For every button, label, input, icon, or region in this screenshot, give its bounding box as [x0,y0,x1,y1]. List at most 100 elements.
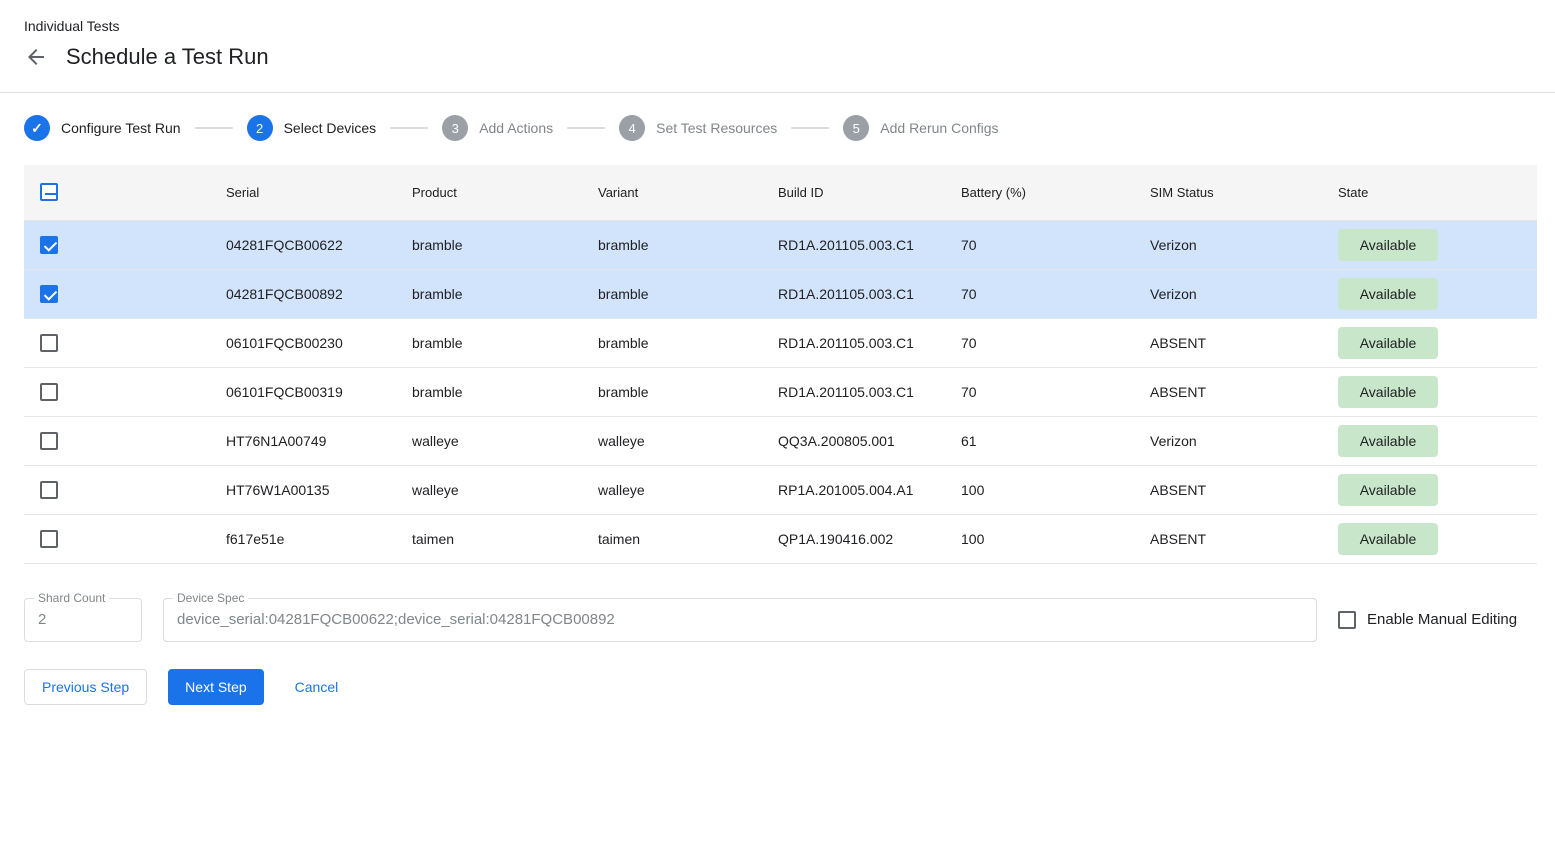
shard-count-field[interactable]: Shard Count 2 [24,598,142,642]
shard-count-value: 2 [38,611,46,628]
table-row[interactable]: HT76N1A00749 walleye walleye QQ3A.200805… [24,416,1537,465]
step-configure-test-run[interactable]: ✓ Configure Test Run [24,115,181,141]
cancel-button[interactable]: Cancel [285,669,349,705]
row-checkbox[interactable] [40,285,58,303]
column-header-variant: Variant [582,165,762,220]
row-checkbox[interactable] [40,432,58,450]
column-header-sim-status: SIM Status [1134,165,1322,220]
step-label: Set Test Resources [656,120,777,136]
shard-count-label: Shard Count [34,591,109,605]
row-checkbox[interactable] [40,530,58,548]
stepper: ✓ Configure Test Run 2 Select Devices 3 … [0,93,1555,161]
device-serial: 04281FQCB00622 [210,220,396,269]
step-label: Select Devices [284,120,377,136]
device-battery: 70 [945,367,1134,416]
step-label: Add Rerun Configs [880,120,998,136]
device-sim-status: ABSENT [1134,514,1322,563]
table-row[interactable]: f617e51e taimen taimen QP1A.190416.002 1… [24,514,1537,563]
device-product: walleye [396,416,582,465]
device-build-id: RP1A.201005.004.A1 [762,465,945,514]
table-row[interactable]: HT76W1A00135 walleye walleye RP1A.201005… [24,465,1537,514]
device-variant: bramble [582,367,762,416]
device-product: walleye [396,465,582,514]
step-connector [390,127,428,129]
device-sim-status: ABSENT [1134,465,1322,514]
device-table-body: 04281FQCB00622 bramble bramble RD1A.2011… [24,220,1537,563]
step-connector [195,127,233,129]
column-header-serial: Serial [210,165,396,220]
row-checkbox[interactable] [40,383,58,401]
next-step-button[interactable]: Next Step [168,669,263,705]
back-arrow-icon[interactable] [24,45,48,69]
device-sim-status: ABSENT [1134,367,1322,416]
device-sim-status: ABSENT [1134,318,1322,367]
state-badge: Available [1338,229,1438,261]
state-badge: Available [1338,376,1438,408]
device-spec-label: Device Spec [173,591,248,605]
table-row[interactable]: 06101FQCB00319 bramble bramble RD1A.2011… [24,367,1537,416]
step-connector [791,127,829,129]
page-header: Individual Tests Schedule a Test Run [0,0,1555,93]
step-add-actions[interactable]: 3 Add Actions [442,115,553,141]
step-add-rerun-configs[interactable]: 5 Add Rerun Configs [843,115,998,141]
previous-step-button[interactable]: Previous Step [24,669,147,705]
device-serial: 04281FQCB00892 [210,269,396,318]
device-variant: bramble [582,220,762,269]
device-build-id: RD1A.201105.003.C1 [762,367,945,416]
table-row[interactable]: 04281FQCB00622 bramble bramble RD1A.2011… [24,220,1537,269]
row-checkbox[interactable] [40,334,58,352]
step-label: Configure Test Run [61,120,181,136]
check-icon: ✓ [31,121,43,135]
device-battery: 70 [945,269,1134,318]
step-circle-pending: 5 [843,115,869,141]
manual-editing-checkbox[interactable] [1338,611,1356,629]
device-battery: 100 [945,514,1134,563]
state-badge: Available [1338,327,1438,359]
device-serial: HT76N1A00749 [210,416,396,465]
device-build-id: QQ3A.200805.001 [762,416,945,465]
device-product: bramble [396,220,582,269]
select-all-checkbox[interactable] [40,183,58,201]
state-badge: Available [1338,523,1438,555]
step-connector [567,127,605,129]
column-header-build-id: Build ID [762,165,945,220]
device-serial: HT76W1A00135 [210,465,396,514]
enable-manual-editing-toggle[interactable]: Enable Manual Editing [1338,611,1517,629]
action-bar: Previous Step Next Step Cancel [24,669,1531,705]
device-spec-field[interactable]: Device Spec device_serial:04281FQCB00622… [163,598,1317,642]
breadcrumb: Individual Tests [24,16,1531,36]
step-circle-active: 2 [247,115,273,141]
device-battery: 70 [945,318,1134,367]
step-circle-pending: 3 [442,115,468,141]
device-spec-value: device_serial:04281FQCB00622;device_seri… [177,611,615,628]
step-label: Add Actions [479,120,553,136]
column-header-battery: Battery (%) [945,165,1134,220]
device-build-id: QP1A.190416.002 [762,514,945,563]
step-circle-pending: 4 [619,115,645,141]
device-product: bramble [396,269,582,318]
device-serial: 06101FQCB00230 [210,318,396,367]
device-sim-status: Verizon [1134,220,1322,269]
device-table-container: Serial Product Variant Build ID Battery … [24,165,1537,564]
device-variant: bramble [582,269,762,318]
device-build-id: RD1A.201105.003.C1 [762,269,945,318]
column-header-state: State [1322,165,1537,220]
device-product: bramble [396,318,582,367]
table-header-row: Serial Product Variant Build ID Battery … [24,165,1537,220]
row-checkbox[interactable] [40,236,58,254]
device-variant: walleye [582,416,762,465]
device-battery: 70 [945,220,1134,269]
table-row[interactable]: 06101FQCB00230 bramble bramble RD1A.2011… [24,318,1537,367]
device-table: Serial Product Variant Build ID Battery … [24,165,1537,564]
device-battery: 100 [945,465,1134,514]
state-badge: Available [1338,278,1438,310]
device-variant: walleye [582,465,762,514]
device-serial: f617e51e [210,514,396,563]
device-serial: 06101FQCB00319 [210,367,396,416]
device-battery: 61 [945,416,1134,465]
table-row[interactable]: 04281FQCB00892 bramble bramble RD1A.2011… [24,269,1537,318]
step-select-devices[interactable]: 2 Select Devices [247,115,377,141]
row-checkbox[interactable] [40,481,58,499]
device-variant: taimen [582,514,762,563]
step-set-test-resources[interactable]: 4 Set Test Resources [619,115,777,141]
